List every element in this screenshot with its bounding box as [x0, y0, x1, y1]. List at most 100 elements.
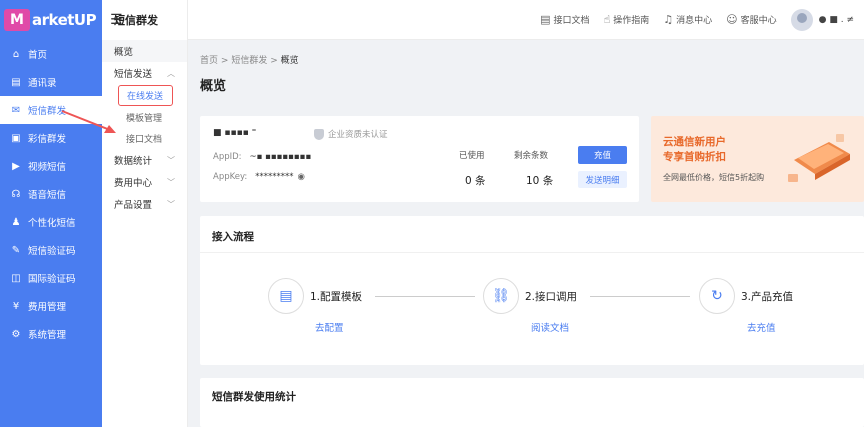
step-recharge: ↻ 3.产品充值 — [699, 278, 793, 314]
hand-pointer-icon: ☝ — [603, 13, 611, 26]
sidebar-item-personalized-sms[interactable]: ♟ 个性化短信 — [0, 208, 102, 236]
submenu-group-billing[interactable]: 费用中心 ﹀ — [102, 171, 187, 193]
step-label: 1.配置模板 — [310, 290, 363, 303]
sidebar-item-verification-code[interactable]: ✎ 短信验证码 — [0, 236, 102, 264]
sidebar-item-label: 彩信群发 — [28, 134, 67, 145]
main-sidebar: M arketUP ⌂ 首页 ▤ 通讯录 ✉ 短信群发 ▣ 彩信群发 ▶ 视频短信 ☊ 语音… — [0, 0, 102, 427]
header-messages-link[interactable]: ♫ 消息中心 — [663, 13, 712, 26]
sidebar-item-voice-sms[interactable]: ☊ 语音短信 — [0, 180, 102, 208]
settings-icon: ⚙ — [11, 328, 21, 340]
recharge-button[interactable]: 充值 — [578, 146, 627, 164]
breadcrumb-current: 概览 — [280, 56, 299, 66]
link-icon: ⛓ — [483, 278, 519, 314]
read-docs-link[interactable]: 阅读文档 — [531, 320, 569, 334]
appid-row: AppID: ~▪ ▪▪▪▪▪▪▪▪ — [213, 152, 311, 162]
stats-title: 短信群发使用统计 — [212, 391, 296, 403]
submenu-panel: 短信群发 概览 短信发送 ︿ 在线发送 模板管理 接口文档 数据统计 ﹀ 费用中心 ﹀… — [102, 0, 188, 427]
step-configure-template: ▤ 1.配置模板 — [268, 278, 362, 314]
submenu-item-template-manage[interactable]: 模板管理 — [102, 107, 187, 128]
sidebar-item-label: 通讯录 — [28, 78, 57, 89]
sidebar-item-label: 个性化短信 — [28, 218, 76, 229]
sidebar-item-contacts[interactable]: ▤ 通讯录 — [0, 68, 102, 96]
logo-text: arketUP — [32, 11, 97, 29]
voice-sms-icon: ☊ — [11, 188, 21, 200]
logo-mark: M — [4, 9, 30, 31]
used-label: 已使用 — [459, 151, 485, 161]
account-card: ■ ▪▪▪▪ ⁼ 企业资质未认证 AppID: ~▪ ▪▪▪▪▪▪▪▪ AppKe… — [200, 116, 639, 202]
submenu-item-label: 费用中心 — [114, 178, 153, 189]
breadcrumb-home[interactable]: 首页 — [200, 56, 218, 66]
divider — [200, 252, 864, 253]
submenu-item-label: 短信发送 — [114, 69, 153, 80]
header-link-label: 接口文档 — [553, 16, 590, 26]
personalized-sms-icon: ♟ — [11, 216, 21, 228]
doc-icon: ▤ — [540, 13, 551, 26]
mms-icon: ▣ — [11, 132, 21, 144]
header-support-link[interactable]: ☺ 客服中心 — [726, 13, 776, 26]
header-link-label: 消息中心 — [676, 16, 713, 26]
sidebar-item-system[interactable]: ⚙ 系统管理 — [0, 320, 102, 348]
document-icon: ▤ — [268, 278, 304, 314]
appid-label: AppID: — [213, 152, 242, 162]
header-guide-link[interactable]: ☝ 操作指南 — [604, 13, 650, 26]
sidebar-item-mms[interactable]: ▣ 彩信群发 — [0, 124, 102, 152]
submenu-group-send[interactable]: 短信发送 ︿ — [102, 62, 187, 84]
usage-stats-card: 短信群发使用统计 — [200, 378, 864, 427]
submenu-item-overview[interactable]: 概览 — [102, 40, 187, 62]
used-value: 0 条 — [465, 175, 486, 187]
appkey-value: ********* — [255, 172, 294, 182]
certification-status[interactable]: 企业资质未认证 — [314, 128, 388, 140]
username[interactable]: ● ■ . ≠ — [819, 15, 854, 25]
eye-icon[interactable]: ◉ — [298, 172, 305, 182]
submenu-item-api-docs[interactable]: 接口文档 — [102, 128, 187, 149]
send-detail-button[interactable]: 发送明细 — [578, 171, 627, 188]
chevron-down-icon: ﹀ — [167, 155, 175, 165]
bell-icon: ♫ — [663, 13, 674, 26]
main-content: 首页 > 短信群发 > 概览 概览 ■ ▪▪▪▪ ⁼ 企业资质未认证 AppID… — [188, 40, 864, 427]
sidebar-item-home[interactable]: ⌂ 首页 — [0, 40, 102, 68]
sidebar-item-label: 系统管理 — [28, 330, 67, 341]
submenu-item-label: 数据统计 — [114, 156, 153, 167]
sidebar-item-label: 视频短信 — [28, 162, 67, 173]
sidebar-item-international-code[interactable]: ◫ 国际验证码 — [0, 264, 102, 292]
sidebar-item-label: 费用管理 — [28, 302, 67, 313]
sidebar-item-video-sms[interactable]: ▶ 视频短信 — [0, 152, 102, 180]
submenu-group-product-settings[interactable]: 产品设置 ﹀ — [102, 193, 187, 215]
support-icon: ☺ — [726, 13, 738, 26]
recharge-icon: ↻ — [699, 278, 735, 314]
step-connector — [375, 296, 475, 297]
breadcrumb: 首页 > 短信群发 > 概览 — [200, 53, 299, 66]
sms-icon: ✉ — [11, 104, 21, 116]
go-configure-link[interactable]: 去配置 — [315, 320, 344, 334]
submenu-item-label: 产品设置 — [114, 200, 153, 211]
step-connector — [590, 296, 690, 297]
home-icon: ⌂ — [12, 48, 20, 60]
top-header: ▤ 接口文档 ☝ 操作指南 ♫ 消息中心 ☺ 客服中心 ● ■ . ≠ — [188, 0, 864, 40]
promo-headline: 云通信新用户 — [663, 136, 726, 148]
sidebar-nav: ⌂ 首页 ▤ 通讯录 ✉ 短信群发 ▣ 彩信群发 ▶ 视频短信 ☊ 语音短信 ♟ 个性化短信 … — [0, 40, 102, 348]
avatar[interactable] — [790, 8, 813, 31]
promo-banner[interactable]: 云通信新用户 专享首购折扣 全网最低价格，短信5折起购 — [651, 116, 864, 202]
appkey-row: AppKey: ********* ◉ — [213, 172, 305, 182]
go-recharge-link[interactable]: 去充值 — [747, 320, 776, 334]
verification-code-icon: ✎ — [11, 244, 21, 256]
header-api-docs-link[interactable]: ▤ 接口文档 — [540, 13, 589, 26]
appid-value: ~▪ ▪▪▪▪▪▪▪▪ — [249, 152, 312, 162]
step-api-call: ⛓ 2.接口调用 — [483, 278, 577, 314]
sidebar-item-label: 首页 — [28, 50, 48, 61]
submenu-item-label: 概览 — [114, 47, 134, 58]
sidebar-item-label: 国际验证码 — [28, 274, 76, 285]
account-name: ■ ▪▪▪▪ ⁼ — [213, 128, 257, 138]
breadcrumb-section[interactable]: 短信群发 — [231, 56, 267, 66]
submenu-item-online-send[interactable]: 在线发送 — [118, 85, 173, 106]
sidebar-item-sms[interactable]: ✉ 短信群发 — [0, 96, 102, 124]
breadcrumb-separator: > — [220, 56, 229, 66]
step-label: 3.产品充值 — [741, 290, 794, 303]
laptop-illustration-icon — [788, 134, 850, 182]
remaining-value: 10 条 — [526, 175, 554, 187]
appkey-label: AppKey: — [213, 172, 248, 182]
page-title: 概览 — [200, 79, 227, 94]
sidebar-item-billing[interactable]: ¥ 费用管理 — [0, 292, 102, 320]
menu-toggle-icon[interactable]: ☰ — [110, 13, 124, 27]
submenu-group-stats[interactable]: 数据统计 ﹀ — [102, 149, 187, 171]
